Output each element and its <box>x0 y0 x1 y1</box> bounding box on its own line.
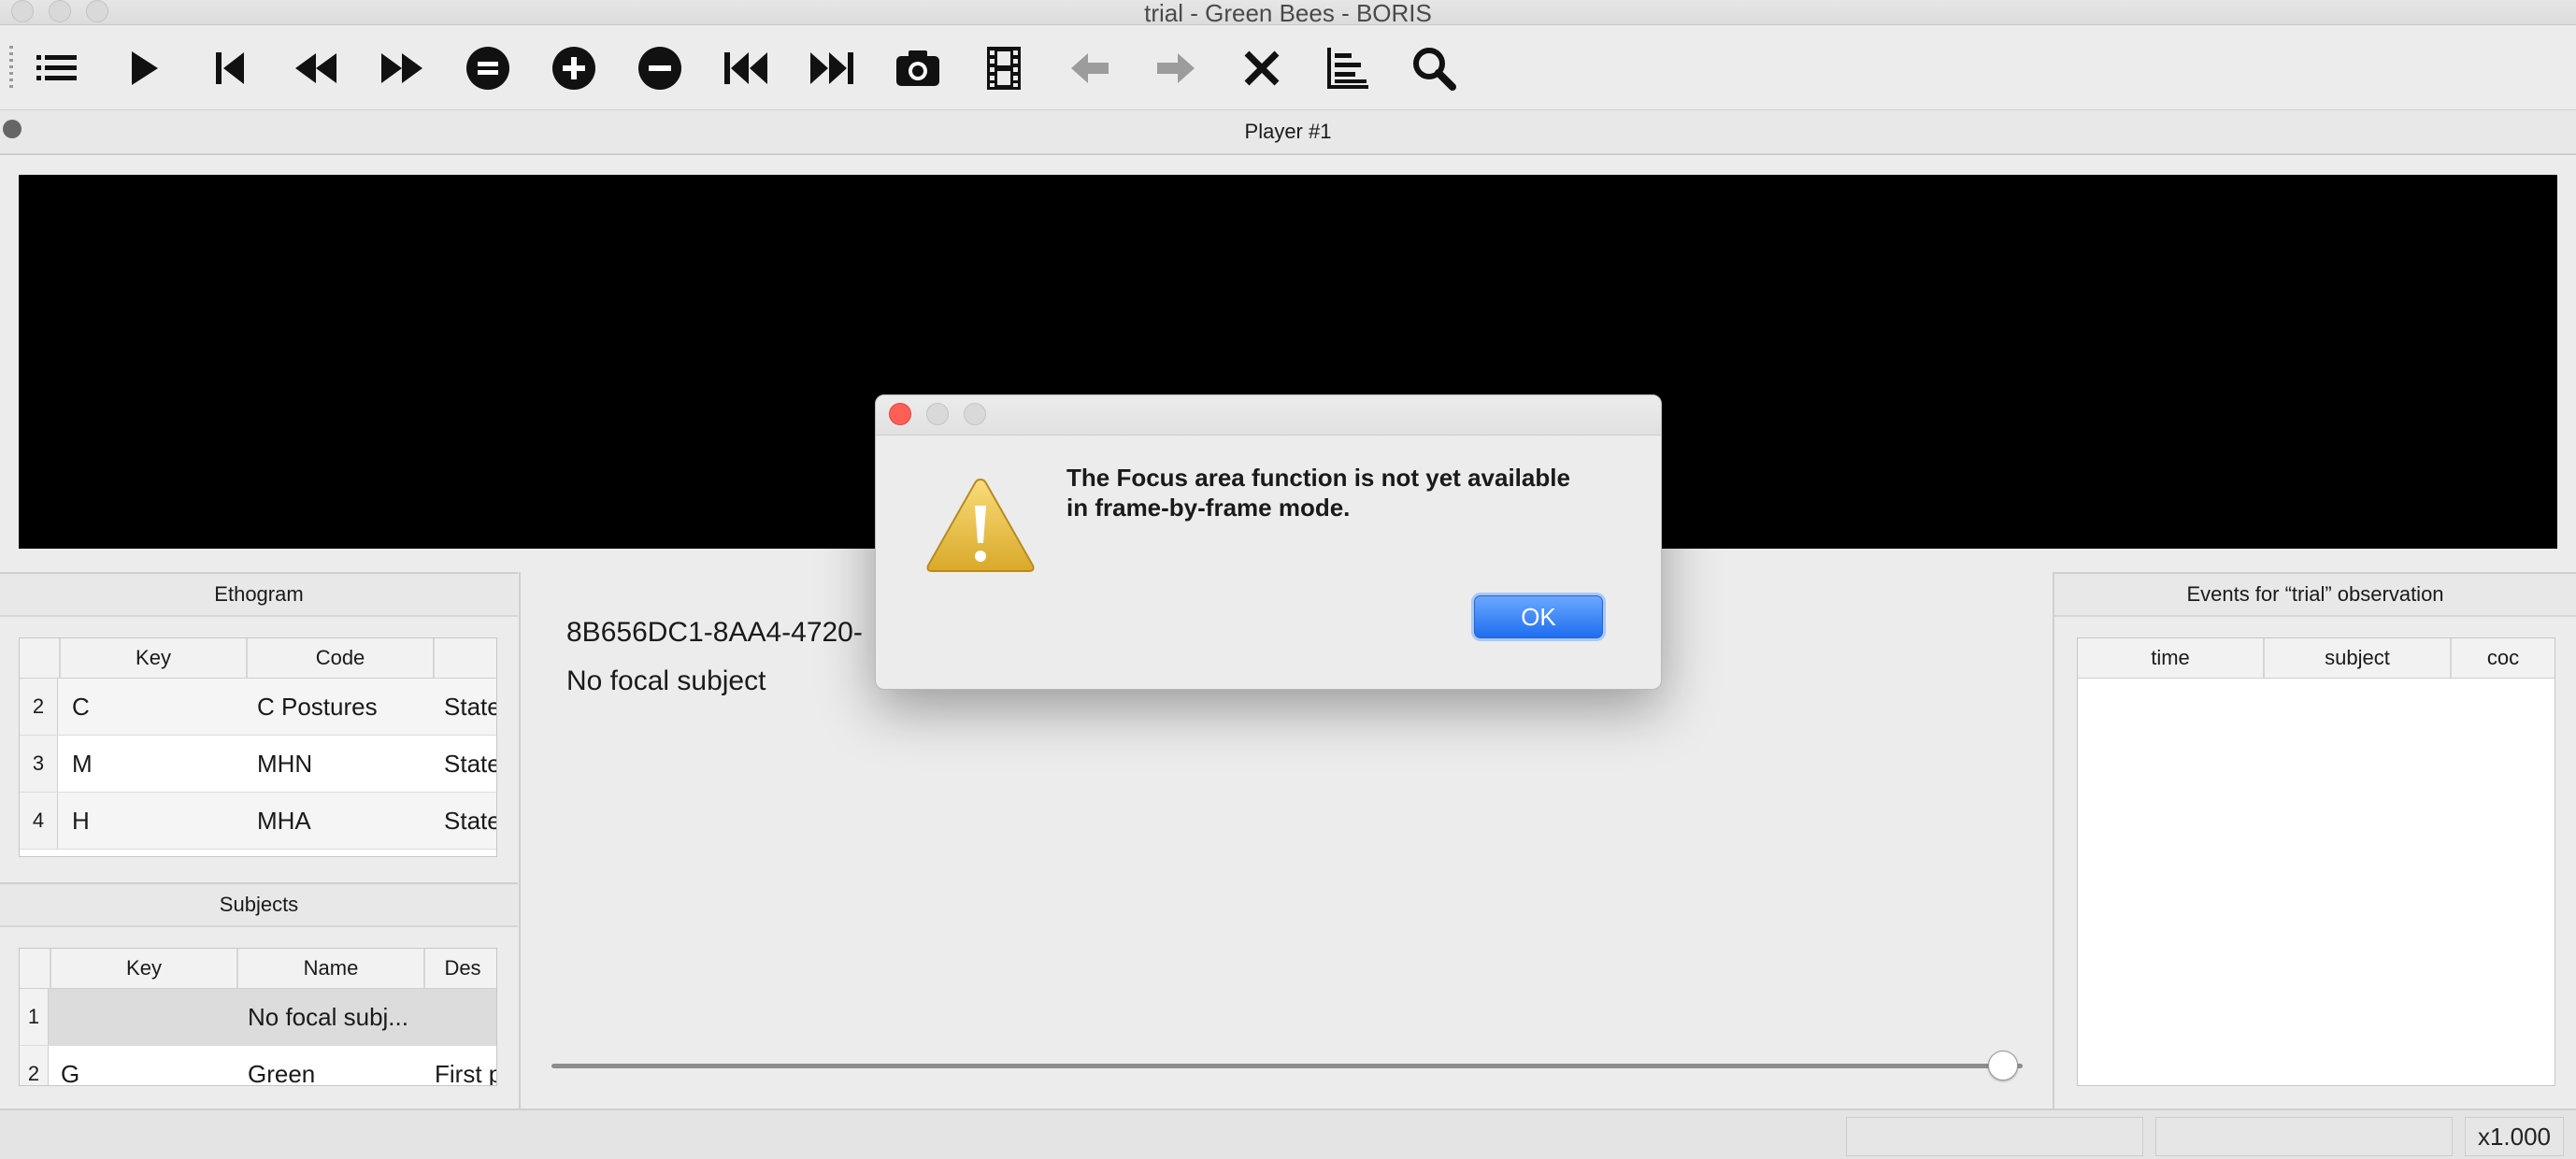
row-number: 4 <box>20 793 58 849</box>
row-number: 1 <box>20 989 49 1045</box>
row-type: State <box>444 693 497 721</box>
table-row[interactable]: 2 G Green First p <box>20 1046 497 1086</box>
events-table: time subject coc <box>2077 637 2555 1086</box>
column-code[interactable]: Code <box>248 638 435 678</box>
column-description[interactable]: Des <box>425 949 496 988</box>
status-bar: x1.000 <box>0 1109 2576 1159</box>
media-id: 8B656DC1-8AA4-4720- <box>566 617 863 648</box>
row-number: 3 <box>20 736 58 792</box>
speed-indicator: x1.000 <box>2465 1117 2564 1156</box>
rewind-icon[interactable] <box>292 44 340 93</box>
table-row[interactable]: 3 M MHN State <box>20 736 496 793</box>
focal-subject-label: No focal subject <box>566 665 766 696</box>
fast-forward-icon[interactable] <box>378 44 426 93</box>
dialog-message: The Focus area function is not yet avail… <box>1066 463 1627 522</box>
dialog-close-button[interactable] <box>889 403 911 425</box>
volume-slider-thumb[interactable] <box>1988 1051 2018 1080</box>
first-media-icon[interactable] <box>722 44 770 93</box>
row-code: MHA <box>257 807 311 835</box>
ethogram-header: Key Code <box>20 638 496 679</box>
player-title: Player #1 <box>1244 120 1332 143</box>
row-description: First p <box>435 1060 497 1086</box>
ethogram-table: Key Code 2 C C Postures State 3 M MHN St… <box>19 637 497 857</box>
dialog-zoom-button[interactable] <box>964 403 986 425</box>
row-code: MHN <box>257 750 313 778</box>
column-key[interactable]: Key <box>51 949 238 988</box>
table-row[interactable]: 1 No focal subj... <box>20 989 496 1046</box>
row-type: State <box>444 750 497 778</box>
next-media-icon[interactable] <box>808 44 856 93</box>
window-titlebar: trial - Green Bees - BORIS <box>0 0 2576 27</box>
status-field-1 <box>1846 1117 2143 1156</box>
ethogram-corner[interactable] <box>20 638 61 678</box>
window-title: trial - Green Bees - BORIS <box>1144 0 1432 27</box>
video-frame-icon[interactable] <box>980 44 1028 93</box>
close-icon[interactable] <box>1238 44 1286 93</box>
row-name: No focal subj... <box>248 1003 408 1031</box>
back-arrow-icon[interactable] <box>1066 44 1114 93</box>
table-row[interactable]: 2 C C Postures State <box>20 679 496 736</box>
dialog-titlebar <box>876 395 1661 436</box>
list-icon[interactable] <box>33 44 81 93</box>
row-number: 2 <box>20 1046 49 1085</box>
alert-dialog: The Focus area function is not yet avail… <box>875 394 1662 690</box>
table-row[interactable]: 4 H MHA State <box>20 793 496 850</box>
panel-divider[interactable] <box>2053 572 2054 1109</box>
events-header: time subject coc <box>2078 638 2555 679</box>
decrease-speed-icon[interactable] <box>636 44 684 93</box>
column-time[interactable]: time <box>2078 638 2265 678</box>
row-number: 2 <box>20 679 58 735</box>
row-key: M <box>72 750 93 778</box>
column-name[interactable]: Name <box>238 949 425 988</box>
row-key: H <box>72 807 90 835</box>
ok-button[interactable]: OK <box>1474 595 1603 638</box>
snapshot-icon[interactable] <box>894 44 942 93</box>
dialog-minimize-button[interactable] <box>926 403 949 425</box>
subjects-header: Key Name Des <box>20 949 496 989</box>
dialog-message-line-1: The Focus area function is not yet avail… <box>1066 464 1570 492</box>
previous-frame-icon[interactable] <box>205 44 253 93</box>
player-header: Player #1 <box>0 110 2576 155</box>
column-code[interactable]: coc <box>2452 638 2555 678</box>
toolbar-grip[interactable] <box>9 46 13 91</box>
subjects-table: Key Name Des 1 No focal subj... 2 G Gree… <box>19 948 497 1086</box>
status-field-2 <box>2155 1117 2453 1156</box>
column-key[interactable]: Key <box>61 638 248 678</box>
play-icon[interactable] <box>119 44 167 93</box>
volume-slider-track[interactable] <box>551 1064 2023 1068</box>
row-name: Green <box>248 1060 316 1086</box>
ethogram-title: Ethogram <box>0 572 518 617</box>
chart-icon[interactable] <box>1324 44 1372 93</box>
row-type: State <box>444 807 497 835</box>
increase-speed-icon[interactable] <box>550 44 598 93</box>
dialog-message-line-2: in frame-by-frame mode. <box>1066 494 1351 522</box>
warning-icon <box>923 474 1038 577</box>
row-key: G <box>61 1060 80 1086</box>
row-key: C <box>72 693 90 721</box>
column-type[interactable] <box>435 638 496 678</box>
toolbar <box>0 25 2576 111</box>
row-code: C Postures <box>257 693 378 721</box>
subjects-title: Subjects <box>0 882 518 927</box>
equal-speed-icon[interactable] <box>464 44 512 93</box>
row-description <box>435 989 496 1045</box>
subjects-corner[interactable] <box>20 949 51 988</box>
row-key <box>61 989 238 1045</box>
forward-arrow-icon[interactable] <box>1152 44 1200 93</box>
zoom-icon[interactable] <box>1410 44 1458 93</box>
events-title: Events for “trial” observation <box>2054 572 2576 617</box>
column-subject[interactable]: subject <box>2265 638 2452 678</box>
